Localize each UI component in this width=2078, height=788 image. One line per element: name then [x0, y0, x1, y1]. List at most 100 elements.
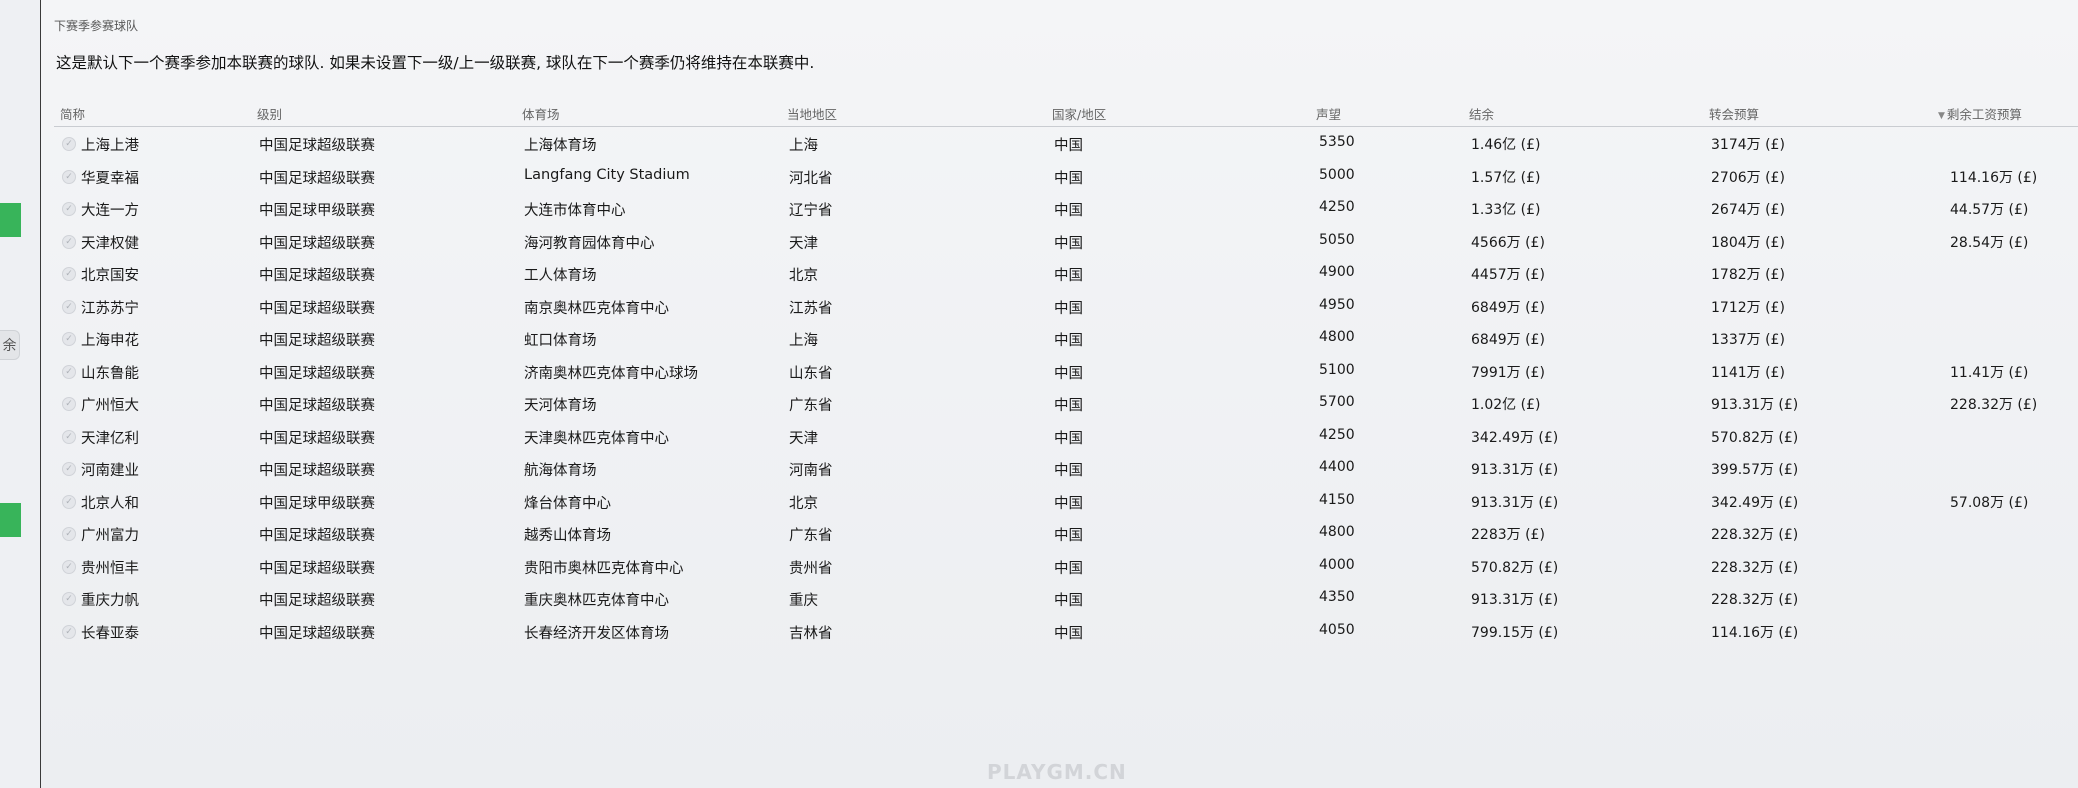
sidebar-green-tab[interactable] [0, 203, 21, 237]
column-header-transfer-budget[interactable]: 转会预算 [1709, 104, 1759, 123]
description-text: 这是默认下一个赛季参加本联赛的球队. 如果未设置下一级/上一级联赛, 球队在下一… [56, 54, 815, 72]
cell-name[interactable]: 大连一方 [81, 199, 139, 220]
table-row[interactable]: ✓ 广州恒大 中国足球超级联赛 天河体育场 广东省 中国 5700 1.02亿 (£) 913.… [54, 388, 2078, 421]
cell-stadium[interactable]: 海河教育园体育中心 [524, 232, 655, 253]
cell-level: 中国足球超级联赛 [259, 398, 375, 414]
cell-stadium[interactable]: 天河体育场 [524, 394, 597, 415]
column-header-stadium[interactable]: 体育场 [522, 104, 560, 123]
check-icon[interactable]: ✓ [62, 429, 76, 444]
cell-level: 中国足球超级联赛 [259, 593, 375, 609]
check-icon[interactable]: ✓ [62, 624, 76, 639]
cell-country: 中国 [1054, 593, 1083, 609]
cell-name[interactable]: 上海申花 [81, 329, 139, 350]
cell-name[interactable]: 上海上港 [81, 134, 139, 155]
cell-stadium[interactable]: 贵阳市奥林匹克体育中心 [524, 557, 684, 578]
check-icon[interactable]: ✓ [62, 137, 76, 151]
cell-stadium[interactable]: 济南奥林匹克体育中心球场 [524, 362, 698, 383]
cell-balance: 1.46亿 (£) [1471, 137, 1541, 153]
cell-name[interactable]: 山东鲁能 [81, 362, 139, 383]
cell-region: 山东省 [789, 365, 833, 382]
check-icon[interactable]: ✓ [62, 462, 76, 476]
cell-stadium[interactable]: 越秀山体育场 [524, 524, 611, 545]
cell-transfer: 1804万 (£) [1711, 234, 1785, 251]
column-header-level[interactable]: 级别 [257, 104, 282, 123]
column-header-balance[interactable]: 结余 [1469, 104, 1494, 123]
table-row[interactable]: ✓ 天津亿利 中国足球超级联赛 天津奥林匹克体育中心 天津 中国 4250 342.49万 (… [54, 421, 2078, 454]
table-row[interactable]: ✓ 大连一方 中国足球甲级联赛 大连市体育中心 辽宁省 中国 4250 1.33亿 (£) 26… [54, 193, 2078, 226]
table-row[interactable]: ✓ 重庆力帆 中国足球超级联赛 重庆奥林匹克体育中心 重庆 中国 4350 913.31万 (… [54, 583, 2078, 616]
cell-stadium[interactable]: Langfang City Stadium [524, 167, 690, 183]
check-icon[interactable]: ✓ [62, 267, 76, 281]
table-row[interactable]: ✓ 上海申花 中国足球超级联赛 虹口体育场 上海 中国 4800 6849万 (£) 1337万… [54, 323, 2078, 356]
cell-name[interactable]: 江苏苏宁 [81, 297, 139, 318]
cell-name[interactable]: 天津亿利 [81, 427, 139, 448]
cell-region: 贵州省 [789, 560, 833, 577]
cell-name[interactable]: 天津权健 [81, 232, 139, 253]
column-header-wage-label: 剩余工资预算 [1946, 107, 2022, 122]
cell-region: 江苏省 [789, 300, 833, 317]
cell-name[interactable]: 广州恒大 [81, 394, 139, 415]
check-icon[interactable]: ✓ [62, 332, 76, 346]
check-icon[interactable]: ✓ [62, 527, 76, 541]
column-header-country[interactable]: 国家/地区 [1052, 104, 1106, 123]
cell-stadium[interactable]: 工人体育场 [524, 264, 597, 285]
cell-region: 上海 [789, 333, 818, 349]
table-row[interactable]: ✓ 河南建业 中国足球超级联赛 航海体育场 河南省 中国 4400 913.31万 (£) 39… [54, 453, 2078, 486]
cell-country: 中国 [1054, 528, 1083, 544]
cell-name[interactable]: 长春亚泰 [81, 622, 139, 643]
check-icon[interactable]: ✓ [62, 299, 76, 314]
table-row[interactable]: ✓ 上海上港 中国足球超级联赛 上海体育场 上海 中国 5350 1.46亿 (£) 3174万… [54, 128, 2078, 161]
cell-reputation: 4350 [1319, 589, 1355, 605]
cell-region: 天津 [789, 235, 818, 252]
sidebar-green-tab[interactable] [0, 503, 21, 537]
check-icon[interactable]: ✓ [62, 397, 76, 411]
column-header-region[interactable]: 当地地区 [787, 104, 837, 123]
cell-transfer: 2674万 (£) [1711, 202, 1785, 218]
cell-stadium[interactable]: 上海体育场 [524, 134, 597, 155]
cell-reputation: 5350 [1319, 134, 1355, 150]
cell-transfer: 1337万 (£) [1711, 332, 1785, 348]
cell-name[interactable]: 北京国安 [81, 264, 139, 285]
cell-stadium[interactable]: 烽台体育中心 [524, 492, 611, 513]
table-row[interactable]: ✓ 江苏苏宁 中国足球超级联赛 南京奥林匹克体育中心 江苏省 中国 4950 6849万 (£… [54, 291, 2078, 324]
cell-stadium[interactable]: 天津奥林匹克体育中心 [524, 427, 669, 448]
cell-level: 中国足球甲级联赛 [259, 203, 375, 219]
cell-balance: 6849万 (£) [1471, 332, 1545, 348]
table-row[interactable]: ✓ 贵州恒丰 中国足球超级联赛 贵阳市奥林匹克体育中心 贵州省 中国 4000 570.82万… [54, 551, 2078, 584]
cell-wage: 228.32万 (£) [1950, 397, 2038, 413]
cell-name[interactable]: 华夏幸福 [81, 167, 139, 188]
check-icon[interactable]: ✓ [62, 592, 76, 606]
cell-name[interactable]: 重庆力帆 [81, 589, 139, 610]
cell-stadium[interactable]: 航海体育场 [524, 459, 597, 480]
table-row[interactable]: ✓ 广州富力 中国足球超级联赛 越秀山体育场 广东省 中国 4800 2283万 (£) 228… [54, 518, 2078, 551]
cell-name[interactable]: 贵州恒丰 [81, 557, 139, 578]
cell-stadium[interactable]: 大连市体育中心 [524, 199, 626, 220]
cell-reputation: 5050 [1319, 231, 1355, 248]
check-icon[interactable]: ✓ [62, 494, 76, 509]
table-row[interactable]: ✓ 华夏幸福 中国足球超级联赛 Langfang City Stadium 河北省 中国 5… [54, 161, 2078, 194]
table-row[interactable]: ✓ 长春亚泰 中国足球超级联赛 长春经济开发区体育场 吉林省 中国 4050 799.15万 … [54, 616, 2078, 649]
cell-name[interactable]: 北京人和 [81, 492, 139, 513]
cell-level: 中国足球超级联赛 [259, 430, 375, 447]
table-row[interactable]: ✓ 北京国安 中国足球超级联赛 工人体育场 北京 中国 4900 4457万 (£) 1782万… [54, 258, 2078, 291]
table-row[interactable]: ✓ 北京人和 中国足球甲级联赛 烽台体育中心 北京 中国 4150 913.31万 (£) 34… [54, 486, 2078, 519]
cell-stadium[interactable]: 南京奥林匹克体育中心 [524, 297, 669, 318]
check-icon[interactable]: ✓ [62, 169, 76, 184]
cell-stadium[interactable]: 重庆奥林匹克体育中心 [524, 589, 669, 610]
cell-name[interactable]: 广州富力 [81, 524, 139, 545]
cell-region: 河南省 [789, 463, 833, 479]
cell-stadium[interactable]: 虹口体育场 [524, 329, 597, 350]
check-icon[interactable]: ✓ [62, 559, 76, 574]
column-header-reputation[interactable]: 声望 [1316, 104, 1341, 123]
check-icon[interactable]: ✓ [62, 202, 76, 216]
cell-reputation: 4800 [1319, 329, 1355, 345]
sidebar-side-tab[interactable]: 余 [0, 330, 20, 360]
column-header-wage-budget[interactable]: ▼ 剩余工资预算 [1938, 104, 2022, 123]
cell-stadium[interactable]: 长春经济开发区体育场 [524, 622, 669, 643]
check-icon[interactable]: ✓ [62, 364, 76, 379]
check-icon[interactable]: ✓ [62, 234, 76, 249]
column-header-name[interactable]: 简称 [60, 104, 85, 123]
table-row[interactable]: ✓ 天津权健 中国足球超级联赛 海河教育园体育中心 天津 中国 5050 4566万 (£) 1… [54, 226, 2078, 259]
cell-name[interactable]: 河南建业 [81, 459, 139, 480]
table-row[interactable]: ✓ 山东鲁能 中国足球超级联赛 济南奥林匹克体育中心球场 山东省 中国 5100 7991万 … [54, 356, 2078, 389]
